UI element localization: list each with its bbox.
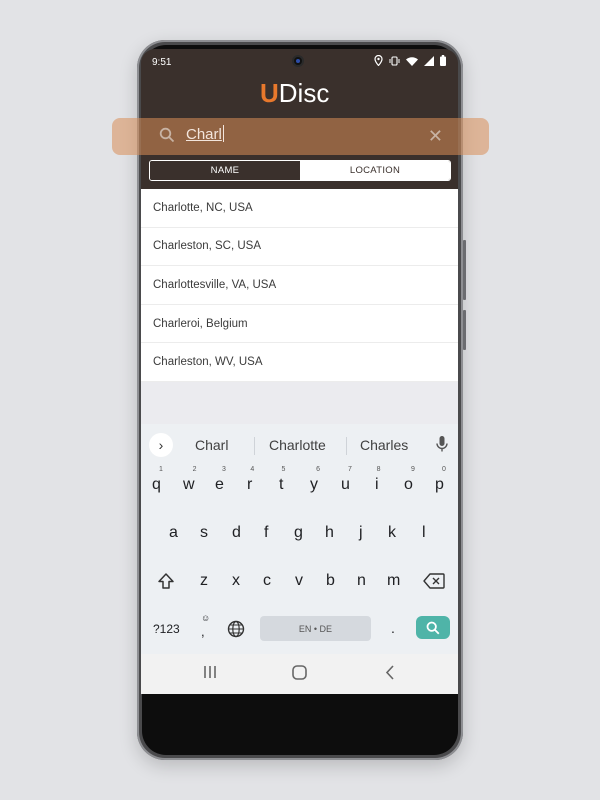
close-icon[interactable]: ✕ — [428, 126, 443, 147]
results-empty-area — [141, 382, 458, 424]
vibrate-icon — [389, 55, 400, 69]
key[interactable]: c — [263, 572, 271, 590]
list-item[interactable]: Charleston, SC, USA — [141, 228, 458, 267]
key[interactable]: t5 — [279, 466, 285, 494]
key[interactable]: l — [422, 524, 426, 542]
list-item[interactable]: Charleston, WV, USA — [141, 343, 458, 382]
suggestion-word[interactable]: Charl — [195, 437, 228, 453]
microphone-icon[interactable] — [436, 435, 450, 455]
search-input[interactable]: Charl — [186, 125, 224, 143]
list-item[interactable]: Charlotte, NC, USA — [141, 189, 458, 228]
key[interactable]: d — [232, 524, 241, 542]
status-bar: 9:51 — [141, 51, 458, 75]
results-list: Charlotte, NC, USA Charleston, SC, USA C… — [141, 189, 458, 382]
shift-icon[interactable] — [157, 572, 175, 595]
period-key[interactable]: . — [391, 620, 395, 636]
volume-button — [463, 240, 466, 300]
space-key[interactable]: EN • DE — [260, 616, 371, 641]
key[interactable]: a — [169, 524, 178, 542]
battery-icon — [440, 55, 446, 69]
backspace-icon[interactable] — [423, 573, 445, 594]
suggestion-divider — [346, 437, 347, 455]
list-item[interactable]: Charleroi, Belgium — [141, 305, 458, 344]
signal-icon — [424, 55, 434, 69]
key[interactable]: z — [200, 572, 208, 590]
key[interactable]: o9 — [404, 466, 415, 494]
recent-apps-icon[interactable] — [203, 665, 217, 682]
key[interactable]: v — [295, 572, 303, 590]
key[interactable]: i8 — [375, 466, 381, 494]
globe-icon[interactable] — [227, 620, 245, 643]
key[interactable]: h — [325, 524, 334, 542]
suggestion-bar: › Charl Charlotte Charles — [141, 428, 458, 462]
logo-text: Disc — [278, 77, 330, 108]
key[interactable]: g — [294, 524, 303, 542]
search-icon — [159, 127, 177, 145]
udisc-logo: U Disc — [260, 78, 329, 108]
tab-location[interactable]: LOCATION — [300, 161, 450, 180]
symbols-key[interactable]: ?123 — [153, 622, 180, 636]
text-caret — [222, 125, 224, 142]
status-time: 9:51 — [152, 57, 172, 68]
search-type-toggle: NAME LOCATION — [149, 160, 451, 181]
key[interactable]: r4 — [247, 466, 254, 494]
key[interactable]: s — [200, 524, 208, 542]
keyboard-search-button[interactable] — [416, 616, 450, 639]
search-bar[interactable]: Charl ✕ — [145, 118, 457, 155]
status-icons — [374, 54, 446, 69]
comma-key[interactable]: ☺ , — [201, 613, 210, 639]
search-query: Charl — [186, 126, 222, 143]
key[interactable]: x — [232, 572, 240, 590]
power-button — [463, 310, 466, 350]
logo-u: U — [260, 77, 279, 108]
key[interactable]: n — [357, 572, 366, 590]
system-nav-bar — [141, 654, 458, 694]
key[interactable]: y6 — [310, 466, 320, 494]
key[interactable]: m — [387, 572, 400, 590]
wifi-icon — [406, 56, 418, 69]
home-icon[interactable] — [292, 665, 307, 683]
emoji-icon: ☺ — [201, 613, 211, 623]
tab-name[interactable]: NAME — [150, 161, 300, 180]
suggestion-divider — [254, 437, 255, 455]
list-item[interactable]: Charlottesville, VA, USA — [141, 266, 458, 305]
chevron-right-icon[interactable]: › — [149, 433, 173, 457]
back-icon[interactable] — [385, 665, 395, 683]
key[interactable]: e3 — [215, 466, 226, 494]
key[interactable]: u7 — [341, 466, 352, 494]
suggestion-word[interactable]: Charles — [360, 437, 408, 453]
key[interactable]: k — [388, 524, 396, 542]
key[interactable]: j — [359, 524, 363, 542]
key[interactable]: w2 — [183, 466, 197, 494]
search-icon — [426, 621, 440, 634]
suggestion-word[interactable]: Charlotte — [269, 437, 326, 453]
on-screen-keyboard: › Charl Charlotte Charles q1 w2 e3 r4 t5… — [141, 424, 458, 654]
front-camera — [292, 55, 304, 67]
key[interactable]: q1 — [152, 466, 163, 494]
key[interactable]: b — [326, 572, 335, 590]
key[interactable]: p0 — [435, 466, 446, 494]
location-icon — [374, 54, 383, 69]
key[interactable]: f — [264, 524, 268, 542]
